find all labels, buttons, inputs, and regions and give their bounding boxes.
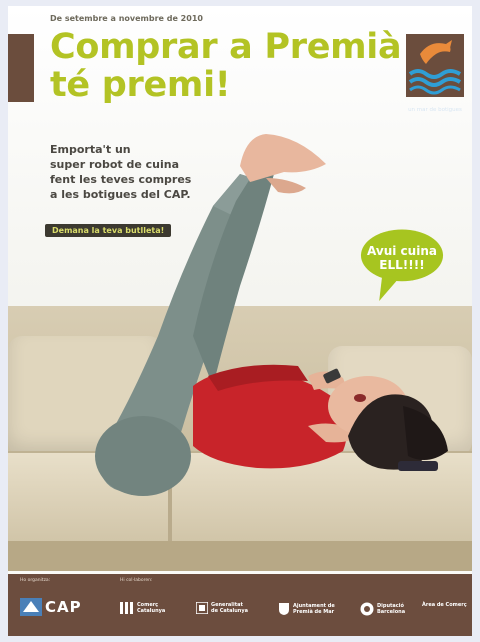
sponsor-generalitat: Generalitat de Catalunya [196, 602, 248, 614]
sponsor-comerc: Comerç Catalunya [120, 602, 165, 614]
sponsor-name: Diputació Barcelona [377, 603, 406, 615]
crest-icon [279, 603, 289, 615]
sponsor-footer: Ho organitza: Hi col·laboren: CAP Comerç… [8, 574, 472, 636]
bars-icon [120, 602, 133, 614]
logo-caption: un mar de botigues [408, 107, 462, 113]
sponsor-name: Ajuntament de Premià de Mar [293, 603, 335, 615]
brand-tab [8, 34, 34, 102]
sponsor-diputacio: Diputació Barcelona [360, 602, 405, 616]
poster: De setembre a novembre de 2010 Comprar a… [8, 6, 472, 636]
dolphin-over-waves-icon [408, 40, 462, 95]
cta-pill: Demana la teva butlleta! [45, 224, 172, 237]
cap-boat-icon [20, 598, 42, 616]
organizer-label: Ho organitza: [20, 578, 51, 583]
page-frame: De setembre a novembre de 2010 Comprar a… [0, 0, 480, 642]
sponsor-name: Generalitat de Catalunya [211, 602, 248, 614]
date-range: De setembre a novembre de 2010 [50, 14, 203, 23]
organizer-name: CAP [45, 598, 82, 616]
poster-title: Comprar a Premià té premi! [50, 27, 402, 105]
sponsor-area-comerc: Àrea de Comerç [422, 602, 467, 608]
speech-bubble-text: Avui cuina ELL!!!! [367, 244, 437, 272]
sponsor-ajuntament: Ajuntament de Premià de Mar [278, 602, 335, 616]
promo-text: Emporta't un super robot de cuina fent l… [50, 143, 192, 201]
sponsors-label: Hi col·laboren: [120, 578, 153, 583]
sponsor-name: Àrea de Comerç [422, 602, 467, 608]
sponsor-name: Comerç Catalunya [137, 602, 166, 614]
un-mar-de-botigues-logo: un mar de botigues [406, 34, 464, 113]
organizer-logo: CAP [20, 598, 82, 616]
diputacio-icon [360, 602, 374, 616]
generalitat-icon [196, 602, 208, 614]
